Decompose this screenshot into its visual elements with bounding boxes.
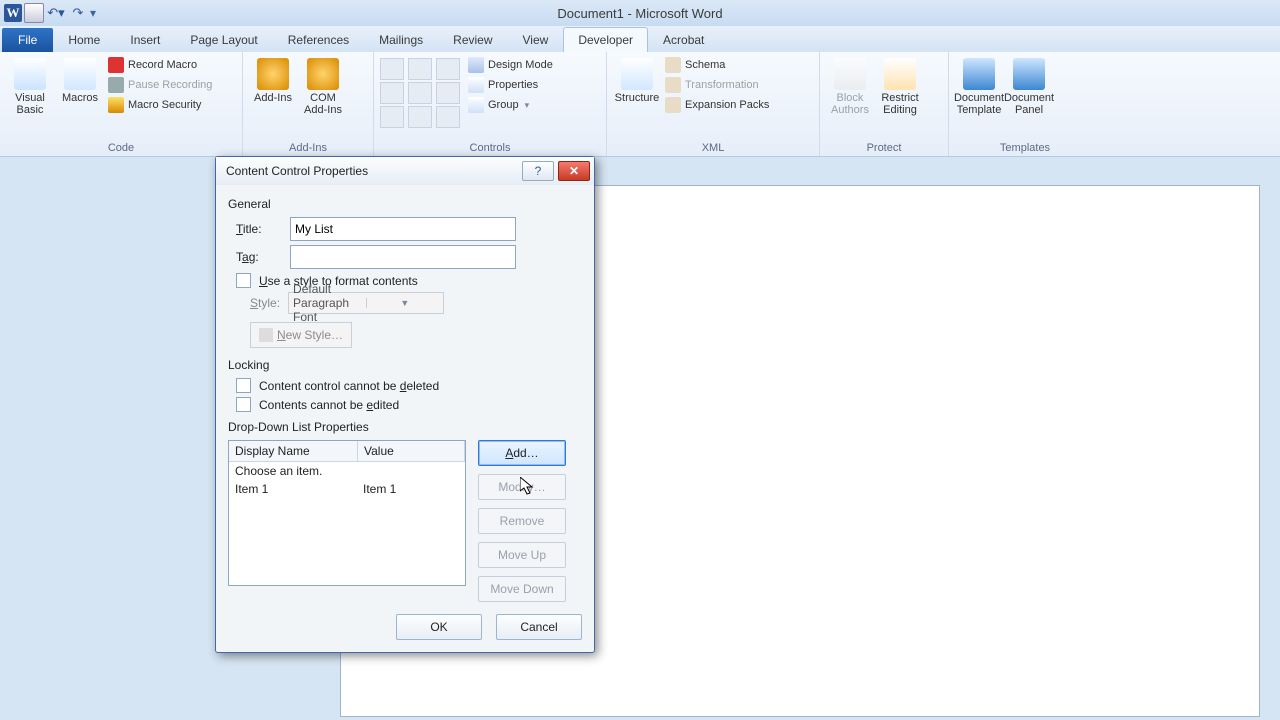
cancel-button[interactable]: Cancel — [496, 614, 582, 640]
content-control-properties-dialog: Content Control Properties ? ✕ General T… — [215, 156, 595, 653]
group-button[interactable]: Group▾ — [466, 96, 555, 114]
quick-access-toolbar: W ↶▾ ↷ ▾ — [0, 1, 106, 25]
dialog-close-button[interactable]: ✕ — [558, 161, 590, 181]
section-locking: Locking — [228, 358, 582, 372]
ribbon: Visual Basic Macros Record Macro Pause R… — [0, 52, 1280, 157]
tag-label: Tag: — [236, 250, 282, 264]
new-style-icon — [259, 328, 273, 342]
building-block-control-icon[interactable] — [380, 82, 404, 104]
legacy-tools-icon[interactable] — [436, 106, 460, 128]
lock-edit-checkbox[interactable] — [236, 397, 251, 412]
lock-delete-checkbox[interactable] — [236, 378, 251, 393]
save-icon[interactable] — [24, 3, 44, 23]
dropdown-list-box[interactable]: Display Name Value Choose an item. Item … — [228, 440, 466, 586]
macro-security-button[interactable]: Macro Security — [106, 96, 214, 114]
title-input[interactable] — [290, 217, 516, 241]
col-display-name[interactable]: Display Name — [229, 441, 358, 461]
group-addins: Add-Ins COM Add-Ins Add-Ins — [243, 52, 374, 156]
properties-button[interactable]: Properties — [466, 76, 555, 94]
rich-text-control-icon[interactable] — [380, 58, 404, 80]
picture-control-icon[interactable] — [436, 58, 460, 80]
add-button[interactable]: Add… — [478, 440, 566, 466]
col-value[interactable]: Value — [358, 441, 465, 461]
group-controls: Design Mode Properties Group▾ Controls — [374, 52, 607, 156]
tab-page-layout[interactable]: Page Layout — [175, 27, 272, 52]
document-template-button[interactable]: Document Template — [955, 54, 1003, 116]
dialog-title: Content Control Properties — [226, 164, 368, 178]
schema-button[interactable]: Schema — [663, 56, 771, 74]
title-bar: W ↶▾ ↷ ▾ Document1 - Microsoft Word — [0, 0, 1280, 26]
style-value: Default Paragraph Font — [289, 282, 366, 324]
combo-box-control-icon[interactable] — [408, 82, 432, 104]
group-title-templates: Templates — [955, 141, 1095, 156]
tab-insert[interactable]: Insert — [115, 27, 175, 52]
group-code: Visual Basic Macros Record Macro Pause R… — [0, 52, 243, 156]
tab-developer[interactable]: Developer — [563, 27, 648, 52]
modify-button: Modify… — [478, 474, 566, 500]
tab-references[interactable]: References — [273, 27, 364, 52]
checkbox-control-icon[interactable] — [408, 106, 432, 128]
section-general: General — [228, 197, 582, 211]
list-item[interactable]: Item 1 Item 1 — [229, 480, 465, 498]
qat-customize-icon[interactable]: ▾ — [90, 6, 102, 20]
group-title-protect: Protect — [826, 141, 942, 156]
group-xml: Structure Schema Transformation Expansio… — [607, 52, 820, 156]
block-authors-button: Block Authors — [826, 54, 874, 116]
group-templates: Document Template Document Panel Templat… — [949, 52, 1101, 156]
group-title-addins: Add-Ins — [249, 141, 367, 156]
tab-file[interactable]: File — [2, 28, 53, 52]
visual-basic-button[interactable]: Visual Basic — [6, 54, 54, 116]
tab-view[interactable]: View — [508, 27, 564, 52]
style-label: Style: — [250, 296, 280, 310]
redo-icon[interactable]: ↷ — [68, 4, 88, 22]
chevron-down-icon: ▼ — [366, 298, 444, 308]
tab-mailings[interactable]: Mailings — [364, 27, 438, 52]
dialog-help-button[interactable]: ? — [522, 161, 554, 181]
com-addins-button[interactable]: COM Add-Ins — [299, 54, 347, 116]
lock-delete-label: Content control cannot be deleted — [259, 379, 439, 393]
title-label: Title: — [236, 222, 282, 236]
window-title: Document1 - Microsoft Word — [0, 6, 1280, 21]
move-up-button: Move Up — [478, 542, 566, 568]
word-app-icon: W — [4, 4, 22, 22]
group-title-xml: XML — [613, 141, 813, 156]
lock-edit-label: Contents cannot be edited — [259, 398, 399, 412]
plain-text-control-icon[interactable] — [408, 58, 432, 80]
addins-button[interactable]: Add-Ins — [249, 54, 297, 104]
move-down-button: Move Down — [478, 576, 566, 602]
record-macro-button[interactable]: Record Macro — [106, 56, 214, 74]
restrict-editing-button[interactable]: Restrict Editing — [876, 54, 924, 116]
group-title-code: Code — [6, 141, 236, 156]
tab-review[interactable]: Review — [438, 27, 507, 52]
new-style-button: New Style… — [250, 322, 352, 348]
dialog-titlebar: Content Control Properties ? ✕ — [216, 157, 594, 185]
structure-button[interactable]: Structure — [613, 54, 661, 104]
tab-acrobat[interactable]: Acrobat — [648, 27, 719, 52]
group-title-controls: Controls — [380, 141, 600, 156]
tab-home[interactable]: Home — [53, 27, 115, 52]
list-item[interactable]: Choose an item. — [229, 462, 465, 480]
design-mode-button[interactable]: Design Mode — [466, 56, 555, 74]
undo-icon[interactable]: ↶▾ — [46, 4, 66, 22]
expansion-packs-button[interactable]: Expansion Packs — [663, 96, 771, 114]
tag-input[interactable] — [290, 245, 516, 269]
use-style-checkbox[interactable] — [236, 273, 251, 288]
style-combo: Default Paragraph Font ▼ — [288, 292, 444, 314]
section-dropdown-list: Drop-Down List Properties — [228, 420, 582, 434]
ribbon-tabs: File Home Insert Page Layout References … — [0, 26, 1280, 52]
transformation-button: Transformation — [663, 76, 771, 94]
date-control-icon[interactable] — [380, 106, 404, 128]
group-protect: Block Authors Restrict Editing Protect — [820, 52, 949, 156]
ok-button[interactable]: OK — [396, 614, 482, 640]
pause-recording-button: Pause Recording — [106, 76, 214, 94]
macros-button[interactable]: Macros — [56, 54, 104, 104]
document-panel-button[interactable]: Document Panel — [1005, 54, 1053, 116]
remove-button: Remove — [478, 508, 566, 534]
dropdown-control-icon[interactable] — [436, 82, 460, 104]
